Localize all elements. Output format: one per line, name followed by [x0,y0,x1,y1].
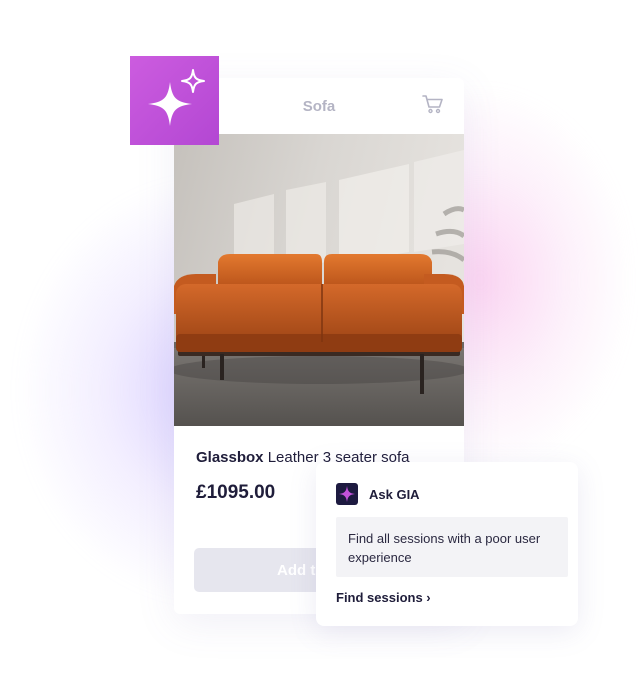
product-price: £1095.00 [196,482,276,503]
sparkle-icon [130,69,219,149]
product-brand: Glassbox [196,449,264,466]
ask-gia-title: Ask GIA [369,487,420,502]
gia-sparkle-icon [336,483,358,505]
stage: Sofa Glassbox Leather 3 seater sofa £109… [0,0,638,694]
shopping-cart-icon[interactable] [422,94,444,114]
sparkle-logo-tile [130,56,219,145]
product-image[interactable] [174,134,464,426]
ask-gia-card: Ask GIA Find all sessions with a poor us… [316,462,578,626]
gia-prompt-text: Find all sessions with a poor user exper… [336,517,568,577]
find-sessions-link[interactable]: Find sessions › [336,590,431,605]
